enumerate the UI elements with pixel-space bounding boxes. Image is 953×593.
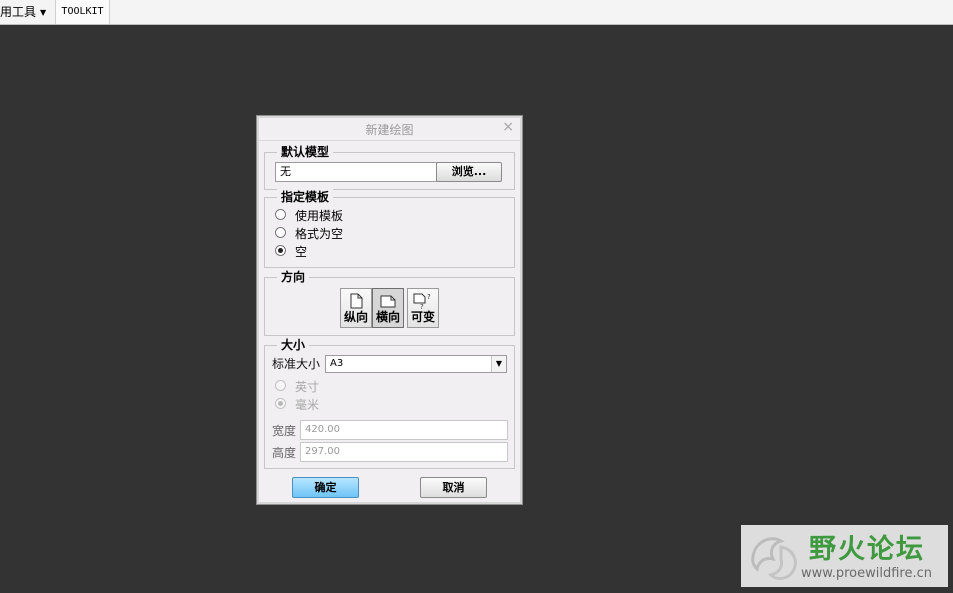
portrait-label: 纵向 xyxy=(343,310,368,324)
close-icon[interactable]: × xyxy=(502,119,514,135)
radio-label: 空 xyxy=(295,245,308,259)
radio-button-disabled-selected[interactable] xyxy=(275,398,286,409)
template-group: 指定模板 使用模板 格式为空 空 xyxy=(264,189,515,268)
portrait-button[interactable]: 纵向 xyxy=(340,288,372,328)
radio-label: 格式为空 xyxy=(295,227,344,241)
landscape-button[interactable]: 横向 xyxy=(372,288,404,328)
watermark-url: www.proewildfire.cn xyxy=(801,566,932,581)
watermark-title: 野火论坛 xyxy=(809,534,925,565)
chevron-down-icon: ▼ xyxy=(40,8,47,17)
variable-button[interactable]: ? ? 可变 xyxy=(407,288,439,328)
default-model-input[interactable]: 无 xyxy=(275,162,437,182)
dialog-titlebar: 新建绘图 × xyxy=(259,118,520,141)
radio-label: 使用模板 xyxy=(295,209,344,223)
svg-text:?: ? xyxy=(427,293,431,301)
template-legend: 指定模板 xyxy=(277,189,334,205)
landscape-label: 横向 xyxy=(375,310,400,324)
landscape-page-icon xyxy=(380,295,396,308)
variable-label: 可变 xyxy=(410,310,435,324)
tools-menu-label: 用工具 xyxy=(0,5,37,19)
chevron-down-icon[interactable]: ▼ xyxy=(491,356,506,372)
height-field[interactable]: 297.00 xyxy=(300,442,508,462)
orientation-group: 方向 纵向 横向 ? ? 可变 xyxy=(264,269,515,336)
standard-size-label: 标准大小 xyxy=(272,357,321,371)
cancel-button[interactable]: 取消 xyxy=(420,477,487,498)
size-legend: 大小 xyxy=(277,337,310,353)
radio-label: 英寸 xyxy=(295,380,320,394)
tab-toolkit-label: TOOLKIT xyxy=(61,6,104,17)
width-field[interactable]: 420.00 xyxy=(300,420,508,440)
tools-menu[interactable]: 用工具 ▼ xyxy=(0,4,46,20)
size-group: 大小 标准大小 A3 ▼ 英寸 毫米 宽度 420.00 高度 297.00 xyxy=(264,337,515,469)
radio-button[interactable] xyxy=(275,227,286,238)
tab-toolkit[interactable]: TOOLKIT xyxy=(55,0,110,24)
standard-size-value: A3 xyxy=(330,358,344,369)
radio-button[interactable] xyxy=(275,209,286,220)
new-drawing-dialog: 新建绘图 × 默认模型 无 浏览... 指定模板 使用模板 格式为空 空 方向 xyxy=(256,115,523,505)
radio-button-disabled[interactable] xyxy=(275,380,286,391)
ok-button[interactable]: 确定 xyxy=(292,477,359,498)
top-ribbon: 用工具 ▼ TOOLKIT xyxy=(0,0,953,25)
radio-button-selected[interactable] xyxy=(275,245,286,256)
flame-logo-icon xyxy=(751,537,797,580)
dialog-title: 新建绘图 xyxy=(365,123,414,137)
height-label: 高度 xyxy=(272,446,297,460)
orientation-legend: 方向 xyxy=(277,269,310,285)
radio-label: 毫米 xyxy=(295,398,320,412)
portrait-page-icon xyxy=(350,293,363,309)
default-model-legend: 默认模型 xyxy=(277,144,334,160)
browse-button[interactable]: 浏览... xyxy=(436,162,502,182)
default-model-group: 默认模型 无 浏览... xyxy=(264,144,515,190)
width-label: 宽度 xyxy=(272,424,297,438)
forum-watermark: 野火论坛 www.proewildfire.cn xyxy=(741,525,948,587)
standard-size-select[interactable]: A3 ▼ xyxy=(325,355,507,373)
